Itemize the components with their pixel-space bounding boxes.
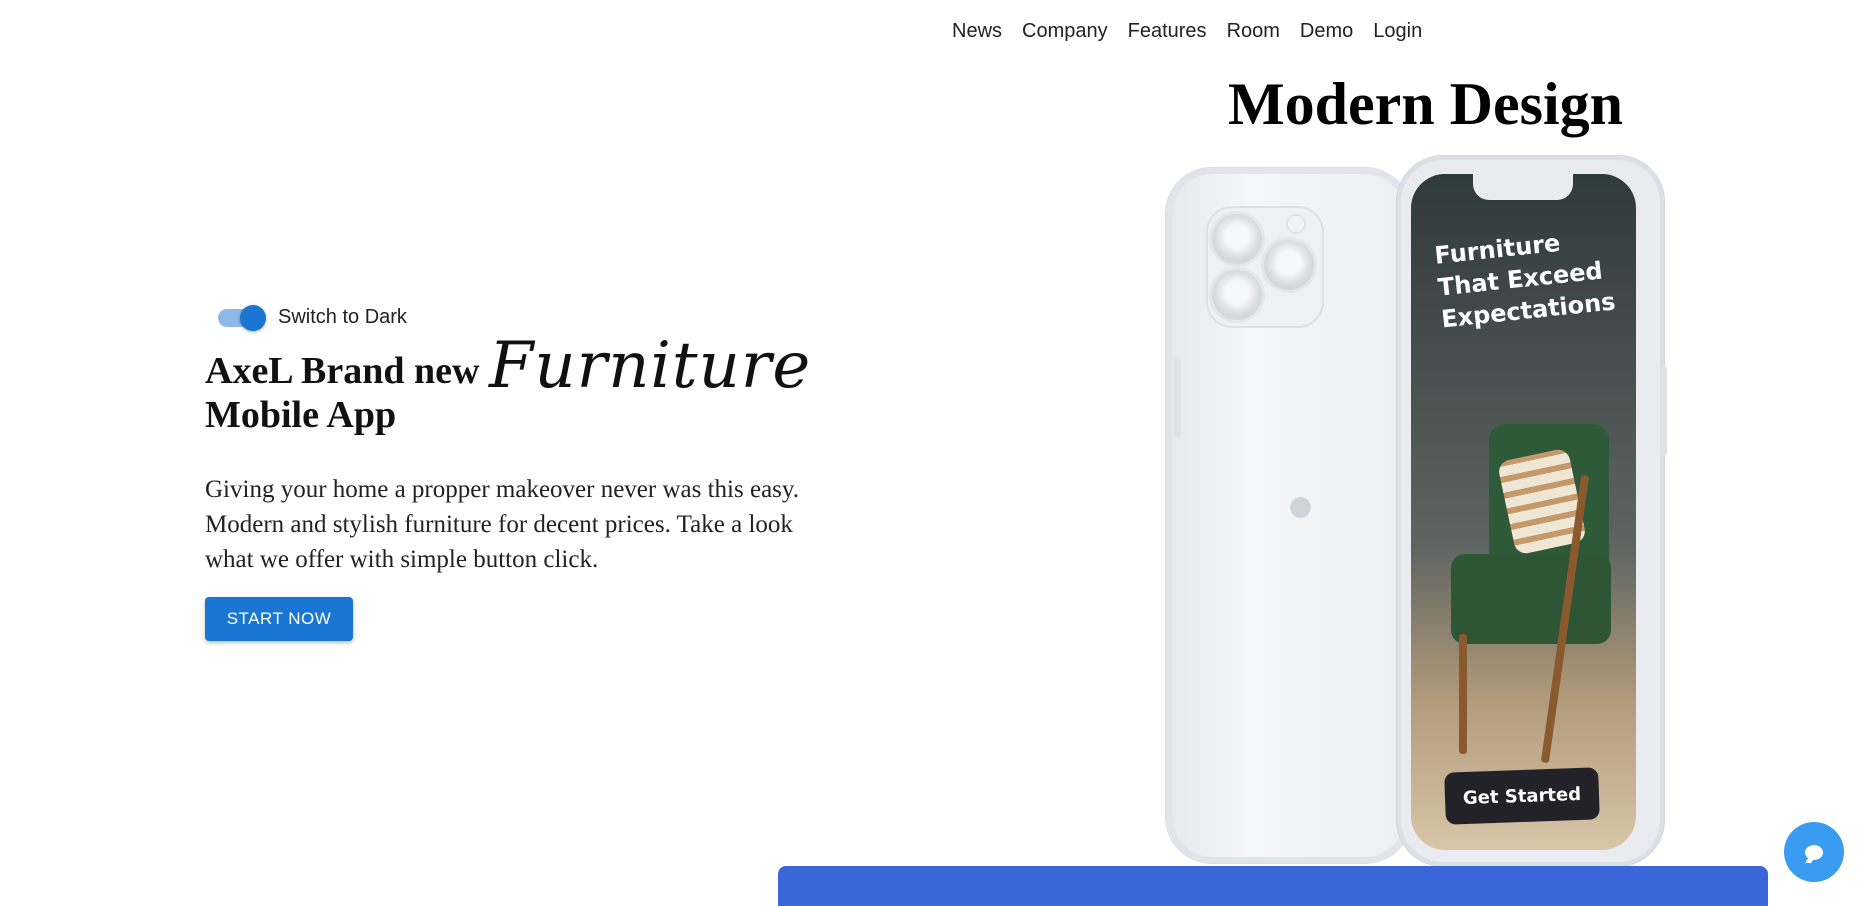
camera-lens xyxy=(1212,214,1262,264)
chat-bubble-icon xyxy=(1805,844,1823,860)
toggle-thumb[interactable] xyxy=(240,304,266,331)
phone-back: ● xyxy=(1166,168,1411,863)
nav-item-demo[interactable]: Demo xyxy=(1300,20,1353,43)
hero-title-script: Furniture xyxy=(488,329,812,403)
chair-seat xyxy=(1451,554,1611,644)
apple-logo-icon: ● xyxy=(1286,479,1315,532)
toggle-track[interactable] xyxy=(218,304,266,331)
phone-notch xyxy=(1473,174,1573,200)
bottom-bar xyxy=(778,866,1768,906)
start-now-button[interactable]: START NOW xyxy=(205,597,353,641)
chat-button[interactable] xyxy=(1784,822,1844,882)
nav-item-login[interactable]: Login xyxy=(1373,20,1422,43)
camera-flash xyxy=(1288,216,1304,232)
hero-title-suffix: Mobile App xyxy=(205,394,397,436)
side-button xyxy=(1660,366,1667,456)
dark-mode-toggle[interactable]: Switch to Dark xyxy=(218,304,407,331)
chair-leg xyxy=(1459,634,1467,754)
nav-item-news[interactable]: News xyxy=(952,20,1002,43)
hero-right-title: Modern Design xyxy=(1228,71,1623,137)
camera-lens xyxy=(1212,270,1262,320)
nav-item-room[interactable]: Room xyxy=(1227,20,1280,43)
side-button xyxy=(1174,358,1181,438)
camera-lens xyxy=(1264,240,1314,290)
toggle-label: Switch to Dark xyxy=(278,306,407,328)
top-nav: News Company Features Room Demo Login xyxy=(952,20,1442,43)
screen-get-started-button: Get Started xyxy=(1444,767,1600,825)
camera-module xyxy=(1206,206,1324,328)
phone-screen: Furniture That Exceed Expectations Get S… xyxy=(1411,174,1636,850)
hero-description: Giving your home a propper makeover neve… xyxy=(205,476,800,573)
hero-title: AxeL Brand new Furniture Mobile App xyxy=(205,334,845,437)
phone-illustration: ● Furniture That Exceed Expectations Get… xyxy=(1160,150,1680,870)
hero-title-prefix: AxeL Brand new xyxy=(205,350,480,392)
screen-headline: Furniture That Exceed Expectations xyxy=(1433,228,1617,334)
nav-item-features[interactable]: Features xyxy=(1128,20,1207,43)
phone-front: Furniture That Exceed Expectations Get S… xyxy=(1397,156,1667,866)
nav-item-company[interactable]: Company xyxy=(1022,20,1108,43)
